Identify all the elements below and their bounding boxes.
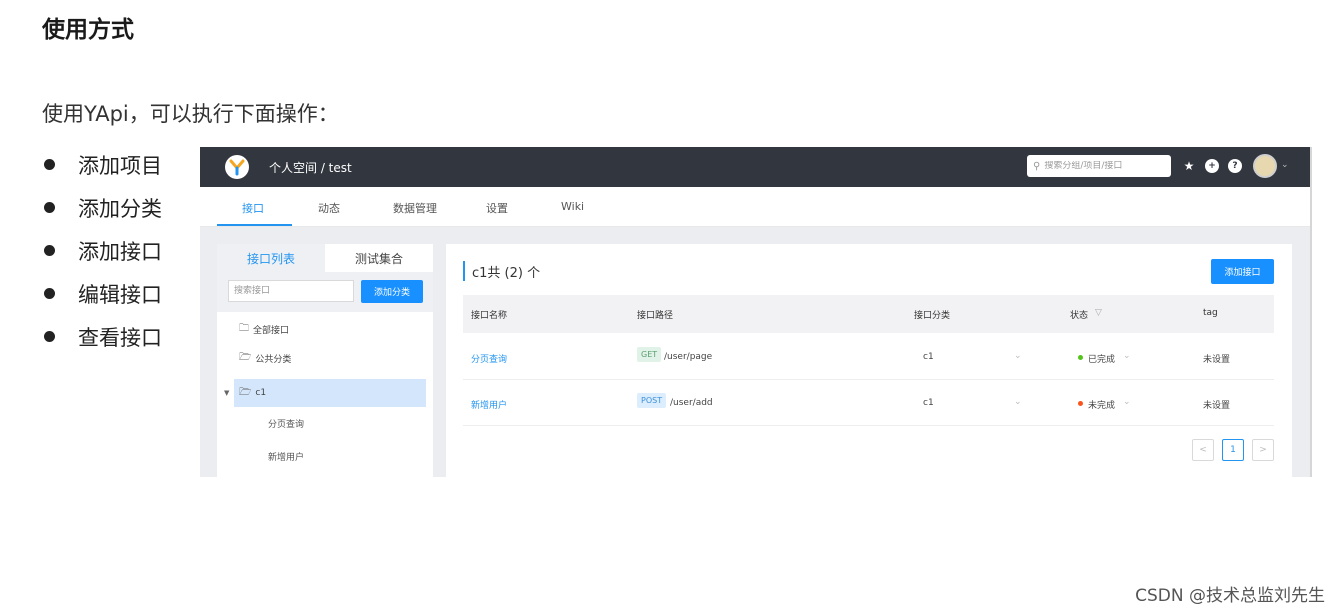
- chevron-down-icon[interactable]: ⌄: [1014, 397, 1022, 407]
- tab-wiki[interactable]: Wiki: [561, 200, 584, 213]
- panel-title: c1共 (2) 个: [472, 266, 541, 281]
- status-dot-icon: [1078, 355, 1083, 360]
- prev-page-button[interactable]: <: [1192, 439, 1214, 461]
- title-accent: [463, 261, 465, 281]
- tab-activity[interactable]: 动态: [318, 200, 340, 216]
- tree-item-label: 公共分类: [255, 354, 292, 365]
- avatar[interactable]: [1253, 154, 1277, 178]
- column-header[interactable]: 接口分类: [914, 308, 950, 321]
- interface-sidebar: 接口列表 测试集合 添加分类 🗀 全部接口 🗁 公共分类 ▼ 🗁 c1 分页查询…: [217, 244, 433, 477]
- column-header[interactable]: tag: [1203, 308, 1218, 318]
- tab-interface[interactable]: 接口: [242, 200, 264, 216]
- method-badge: POST: [637, 393, 667, 408]
- tab-data-management[interactable]: 数据管理: [393, 200, 437, 216]
- column-header[interactable]: 接口路径: [637, 308, 673, 321]
- tree-leaf-add-user[interactable]: 新增用户: [268, 450, 304, 463]
- yapi-screenshot: 个人空间 / test ⚲ ★ + ? ⌄ 接口 动态 数据管理 设置 Wiki…: [200, 147, 1312, 477]
- list-item: 添加分类: [42, 186, 162, 229]
- interface-path: /user/page: [664, 352, 713, 362]
- column-header[interactable]: 状态: [1070, 308, 1088, 321]
- tag-value[interactable]: 未设置: [1203, 352, 1230, 365]
- help-icon[interactable]: ?: [1228, 159, 1242, 173]
- tab-settings[interactable]: 设置: [486, 200, 508, 216]
- chevron-down-icon[interactable]: ⌄: [1123, 397, 1131, 407]
- feature-list: 添加项目 添加分类 添加接口 编辑接口 查看接口: [42, 143, 162, 358]
- tree-item-c1[interactable]: 🗁 c1: [234, 379, 426, 407]
- page-heading: 使用方式: [42, 17, 134, 43]
- tab-test-collection[interactable]: 测试集合: [325, 244, 433, 272]
- bullet-icon: [44, 245, 55, 256]
- caret-down-icon[interactable]: ▼: [224, 389, 229, 397]
- breadcrumb[interactable]: 个人空间 / test: [269, 159, 352, 176]
- bullet-icon: [44, 288, 55, 299]
- method-badge: GET: [637, 347, 662, 362]
- bullet-label: 添加项目: [78, 153, 162, 178]
- tab-interface-list[interactable]: 接口列表: [217, 244, 325, 272]
- top-navbar: 个人空间 / test ⚲ ★ + ? ⌄: [200, 147, 1310, 187]
- add-interface-button[interactable]: 添加接口: [1211, 259, 1274, 284]
- category-select[interactable]: c1: [923, 398, 934, 408]
- intro-text: 使用YApi，可以执行下面操作：: [42, 102, 339, 126]
- watermark: CSDN @技术总监刘先生: [1135, 586, 1325, 606]
- bullet-icon: [44, 202, 55, 213]
- column-header[interactable]: 接口名称: [471, 308, 507, 321]
- status-dot-icon: [1078, 401, 1083, 406]
- tag-value[interactable]: 未设置: [1203, 398, 1230, 411]
- interface-path: /user/add: [670, 398, 713, 408]
- folder-icon: 🗀: [239, 322, 249, 334]
- add-category-button[interactable]: 添加分类: [361, 280, 423, 303]
- next-page-button[interactable]: >: [1252, 439, 1274, 461]
- sidebar-search-bar: 添加分类: [217, 272, 433, 312]
- list-item: 查看接口: [42, 315, 162, 358]
- interface-search-input[interactable]: [228, 280, 354, 302]
- table-header: 接口名称 接口路径 接口分类 状态 ▽ tag: [463, 295, 1274, 333]
- bullet-icon: [44, 159, 55, 170]
- table-row: 新增用户 POST /user/add c1 ⌄ 未完成 ⌄ 未设置: [463, 380, 1274, 426]
- filter-icon[interactable]: ▽: [1095, 308, 1102, 318]
- project-tabs: 接口 动态 数据管理 设置 Wiki: [200, 187, 1310, 227]
- bullet-label: 查看接口: [78, 325, 162, 350]
- active-tab-indicator: [217, 224, 292, 226]
- page-1-button[interactable]: 1: [1222, 439, 1244, 461]
- interface-name-link[interactable]: 分页查询: [471, 352, 507, 365]
- bullet-label: 添加分类: [78, 196, 162, 221]
- chevron-down-icon[interactable]: ⌄: [1123, 351, 1131, 361]
- search-input[interactable]: [1044, 161, 1155, 171]
- interface-list-panel: c1共 (2) 个 添加接口 接口名称 接口路径 接口分类 状态 ▽ tag 分…: [446, 244, 1292, 477]
- list-item: 添加项目: [42, 143, 162, 186]
- folder-icon: 🗁: [239, 351, 252, 363]
- star-icon[interactable]: ★: [1182, 159, 1196, 173]
- chevron-down-icon[interactable]: ⌄: [1014, 351, 1022, 361]
- list-item: 编辑接口: [42, 272, 162, 315]
- tree-item-all[interactable]: 🗀 全部接口: [234, 315, 426, 343]
- bullet-label: 编辑接口: [78, 282, 162, 307]
- interface-name-link[interactable]: 新增用户: [471, 398, 507, 411]
- search-icon: ⚲: [1033, 160, 1041, 172]
- tree-item-label: 全部接口: [253, 325, 290, 336]
- list-item: 添加接口: [42, 229, 162, 272]
- folder-open-icon: 🗁: [239, 386, 252, 398]
- tree-leaf-page-query[interactable]: 分页查询: [268, 417, 304, 430]
- bullet-icon: [44, 331, 55, 342]
- chevron-down-icon[interactable]: ⌄: [1281, 160, 1289, 170]
- category-select[interactable]: c1: [923, 352, 934, 362]
- yapi-logo-icon[interactable]: [225, 155, 249, 179]
- tree-item-public[interactable]: 🗁 公共分类: [234, 344, 426, 372]
- status-select[interactable]: 未完成: [1088, 398, 1115, 411]
- global-search[interactable]: ⚲: [1027, 155, 1171, 177]
- status-select[interactable]: 已完成: [1088, 352, 1115, 365]
- bullet-label: 添加接口: [78, 239, 162, 264]
- table-row: 分页查询 GET /user/page c1 ⌄ 已完成 ⌄ 未设置: [463, 334, 1274, 380]
- tree-item-label: c1: [255, 388, 267, 398]
- add-icon[interactable]: +: [1205, 159, 1219, 173]
